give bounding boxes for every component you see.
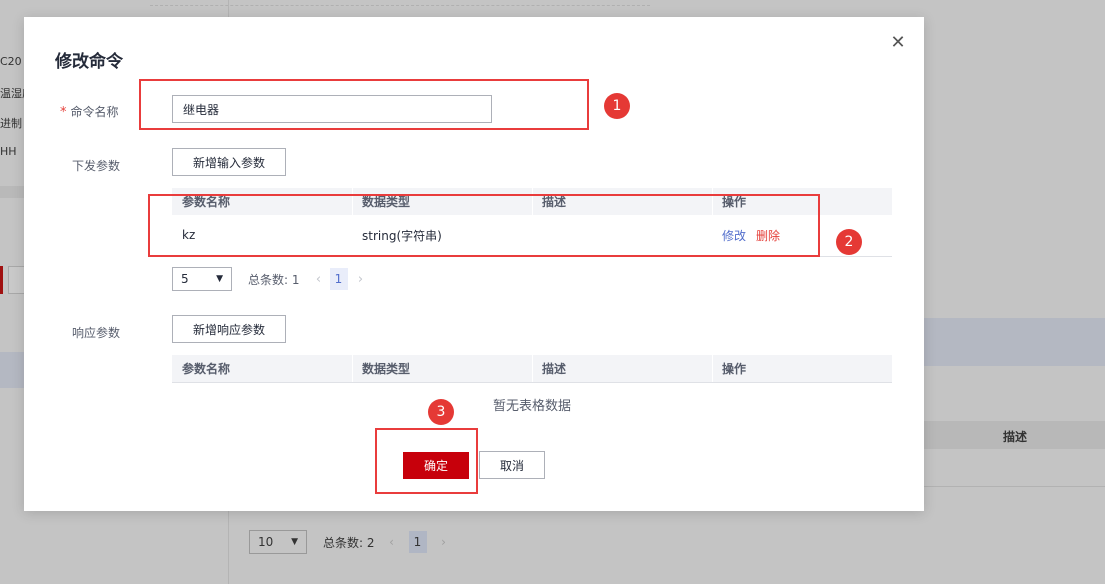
- background-text: C20: [0, 55, 22, 68]
- page-size-value: 5: [181, 272, 189, 286]
- page-size-select[interactable]: 5 ▼: [172, 267, 232, 291]
- cancel-button[interactable]: 取消: [479, 451, 545, 479]
- column-header-description: 描述: [532, 355, 712, 382]
- input-params-table: 参数名称 数据类型 描述 操作 kz string(字符串) 修改 删除: [172, 188, 892, 257]
- column-header-param-name: 参数名称: [172, 355, 352, 382]
- required-mark: *: [60, 105, 67, 120]
- table-header-row: 参数名称 数据类型 描述 操作: [172, 355, 892, 382]
- input-params-pager: 5 ▼ 总条数: 1 ‹ 1 ›: [172, 267, 370, 291]
- chevron-right-icon[interactable]: ›: [352, 272, 370, 287]
- annotation-badge: 2: [836, 229, 862, 255]
- dialog-title: 修改命令: [55, 52, 123, 72]
- response-params-table: 参数名称 数据类型 描述 操作: [172, 355, 892, 383]
- param-name-cell: kz: [172, 215, 352, 257]
- background-table-header: 描述: [924, 421, 1105, 449]
- description-cell: [532, 215, 712, 257]
- chevron-down-icon: ▼: [216, 274, 223, 284]
- page-number-button[interactable]: 1: [329, 268, 348, 290]
- data-type-cell: string(字符串): [352, 215, 532, 257]
- column-header-description: 描述: [532, 188, 712, 215]
- column-header-data-type: 数据类型: [352, 188, 532, 215]
- background-primary-button: [0, 266, 3, 294]
- actions-cell: 修改 删除: [712, 215, 892, 257]
- column-header-data-type: 数据类型: [352, 355, 532, 382]
- response-params-label: 响应参数: [72, 326, 121, 340]
- chevron-left-icon: ‹: [389, 535, 394, 549]
- confirm-button[interactable]: 确定: [403, 452, 469, 479]
- command-name-input[interactable]: [172, 95, 492, 123]
- chevron-right-icon: ›: [441, 535, 446, 549]
- total-count: 总条数: 1: [248, 272, 300, 287]
- add-input-param-button[interactable]: 新增输入参数: [172, 148, 286, 176]
- close-icon[interactable]: ✕: [888, 33, 908, 53]
- table-header-row: 参数名称 数据类型 描述 操作: [172, 188, 892, 215]
- edit-link[interactable]: 修改: [722, 229, 746, 243]
- chevron-left-icon[interactable]: ‹: [310, 272, 328, 287]
- background-table-header-desc: 描述: [1003, 430, 1028, 444]
- empty-table-text: 暂无表格数据: [492, 399, 571, 414]
- background-band: [924, 318, 1105, 366]
- column-header-actions: 操作: [712, 188, 892, 215]
- background-page-size: 10: [258, 535, 274, 549]
- edit-command-dialog: 修改命令 ✕ *命令名称 下发参数 新增输入参数 参数名称 数据类型 描述 操作…: [24, 17, 924, 511]
- command-name-label: * 命令名称: [60, 103, 119, 120]
- background-top-line: [150, 0, 650, 6]
- delete-link[interactable]: 删除: [756, 229, 780, 243]
- annotation-badge: 3: [428, 399, 454, 425]
- column-header-actions: 操作: [712, 355, 892, 382]
- background-text: 进制: [0, 117, 22, 130]
- background-text: HH: [0, 145, 17, 158]
- column-header-param-name: 参数名称: [172, 188, 352, 215]
- command-name-label-text: 命令名称: [70, 105, 119, 119]
- background-table-line: [924, 486, 1105, 487]
- background-page-size-select: 10 ▼: [249, 530, 307, 554]
- input-params-label: 下发参数: [72, 159, 121, 173]
- table-row: kz string(字符串) 修改 删除: [172, 215, 892, 257]
- add-response-param-button[interactable]: 新增响应参数: [172, 315, 286, 343]
- chevron-down-icon: ▼: [291, 537, 298, 547]
- background-pager: 10 ▼ 总条数: 2 ‹ 1 ›: [249, 530, 451, 554]
- background-band-left: [0, 352, 24, 388]
- annotation-badge: 1: [604, 93, 630, 119]
- background-page-number: 1: [408, 531, 427, 553]
- background-total: 总条数: 2: [323, 535, 375, 550]
